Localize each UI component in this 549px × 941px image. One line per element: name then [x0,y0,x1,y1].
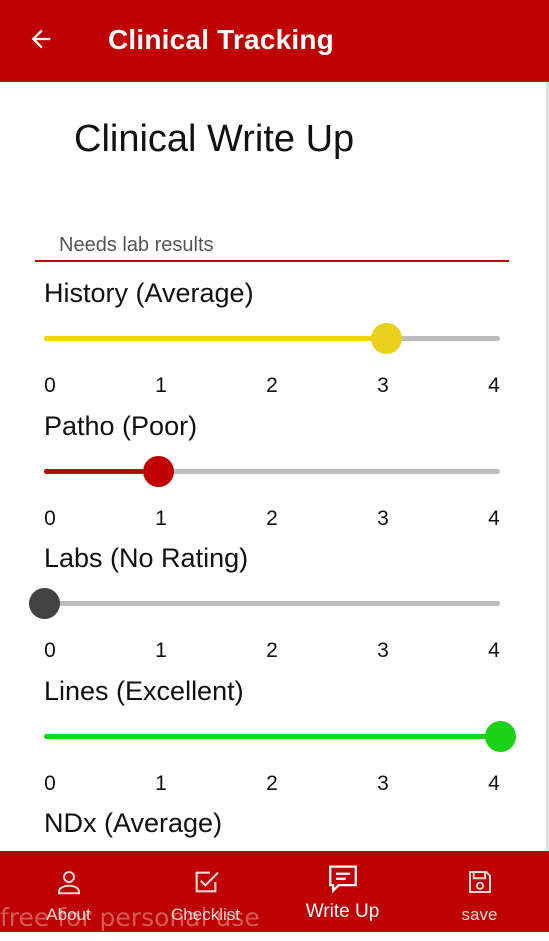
tick-label: 1 [155,639,167,662]
tick-label: 0 [44,772,56,795]
nav-label: Checklist [171,905,240,924]
slider-ticks: 0 1 2 3 4 [0,772,549,798]
arrow-left-icon [31,29,51,49]
tick-label: 4 [488,507,500,530]
tick-label: 2 [266,374,278,397]
save-icon [468,871,491,893]
tick-label: 0 [44,374,56,397]
slider-thumb[interactable] [142,456,174,487]
message-icon [328,865,357,894]
rating-history: History (Average) 0 1 2 3 4 [0,278,549,411]
nav-label: Write Up [305,901,380,922]
tick-label: 3 [377,772,389,795]
person-icon [57,871,80,895]
tick-label: 1 [155,374,167,397]
rating-label: Lines (Excellent) [44,676,244,706]
note-input[interactable] [59,234,499,257]
slider-track[interactable] [44,323,500,354]
slider-track[interactable] [44,721,516,752]
slider-track[interactable] [28,588,500,619]
slider-ticks: 0 1 2 3 4 [0,639,549,665]
nav-item-checklist[interactable]: Checklist [137,851,274,932]
tick-label: 2 [266,772,278,795]
rating-label: NDx (Average) [44,808,223,838]
tick-label: 0 [44,639,56,662]
tick-label: 2 [266,639,278,662]
back-button[interactable] [24,22,58,56]
rating-patho: Patho (Poor) 0 1 2 3 4 [0,411,549,544]
tick-label: 0 [44,507,56,530]
nav-label: About [46,905,91,924]
tick-label: 2 [266,507,278,530]
page-title: Clinical Write Up [74,118,355,160]
slider-ticks: 0 1 2 3 4 [0,374,549,400]
tick-label: 4 [488,374,500,397]
tick-label: 4 [488,772,500,795]
slider-ticks: 0 1 2 3 4 [0,507,549,533]
app-bar: Clinical Tracking [0,0,549,82]
app-bar-title: Clinical Tracking [108,24,334,55]
tick-label: 3 [377,507,389,530]
slider-fill [44,336,386,341]
rating-label: Patho (Poor) [44,411,198,441]
slider-fill [44,734,500,739]
tick-label: 4 [488,639,500,662]
tick-label: 3 [377,639,389,662]
slider-track[interactable] [44,456,500,487]
nav-item-save[interactable]: save [411,851,548,932]
nav-label: save [461,905,498,924]
nav-item-write-up[interactable]: Write Up [274,851,411,932]
nav-item-about[interactable]: About [0,851,137,932]
tick-label: 1 [155,772,167,795]
rating-label: Labs (No Rating) [44,543,249,573]
tick-label: 1 [155,507,167,530]
checkbox-icon [195,871,219,893]
rating-label: History (Average) [44,278,254,308]
slider-fill [44,469,158,474]
bottom-navigation: About Checklist Write Up save [0,851,549,932]
tick-label: 3 [377,374,389,397]
rating-lines: Lines (Excellent) 0 1 2 3 4 [0,676,549,809]
slider-thumb[interactable] [370,323,402,354]
note-field-container [35,230,509,262]
rating-labs: Labs (No Rating) 0 1 2 3 4 [0,543,549,676]
slider-thumb[interactable] [484,721,516,752]
slider-thumb[interactable] [28,588,60,619]
